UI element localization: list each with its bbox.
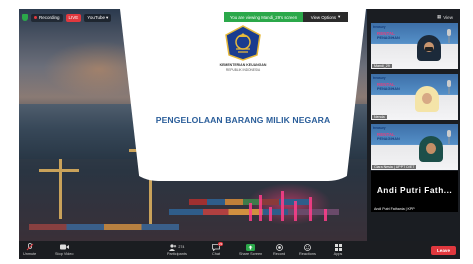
participant-tile[interactable]: treasury RENTAL PENAGIHAN Nenda xyxy=(371,74,458,120)
tile-banner-line2: PENAGIHAN xyxy=(377,36,400,40)
virtual-background xyxy=(371,124,458,170)
reactions-label: Reactions xyxy=(299,252,316,256)
youtube-stream-button[interactable]: YouTube ▾ xyxy=(84,13,112,22)
record-label: Record xyxy=(273,252,286,256)
slide-title: PENGELOLAAN BARANG MILIK NEGARA xyxy=(155,115,331,125)
muted-microphone-icon xyxy=(25,243,35,251)
reactions-button[interactable]: Reactions xyxy=(299,243,316,256)
light-bar xyxy=(269,207,272,221)
recording-label: Recording xyxy=(39,15,60,20)
share-screen-icon xyxy=(246,243,256,251)
chat-unread-badge: 23 xyxy=(218,242,224,246)
view-button[interactable]: ▦ View xyxy=(437,14,453,20)
light-bar xyxy=(324,209,327,221)
view-label: View xyxy=(443,14,453,20)
light-bar xyxy=(294,201,297,221)
tile-header-text: treasury xyxy=(373,76,386,80)
face xyxy=(426,143,436,154)
container-stack xyxy=(169,209,339,215)
participant-name: Clara Nesia | UPPT D/ET xyxy=(372,165,417,169)
unmute-label: Unmute xyxy=(23,252,37,256)
stop-video-button[interactable]: Stop Video xyxy=(55,243,74,256)
share-screen-label: Share Screen xyxy=(239,252,263,256)
shared-screen: KEMENTERIAN KEUANGAN REPUBLIK INDONESIA … xyxy=(19,9,367,241)
chat-label: Chat xyxy=(211,252,221,256)
light-bar xyxy=(281,191,284,221)
chevron-down-icon: ▾ xyxy=(105,14,109,20)
container-stack xyxy=(29,224,179,230)
featured-participant-label: Andi Putri Fathania | KPP xyxy=(372,207,417,211)
kemenkeu-logo-icon xyxy=(225,25,261,61)
meeting-indicators: Recording LIVE YouTube ▾ xyxy=(22,12,112,23)
slide-content: KEMENTERIAN KEUANGAN REPUBLIK INDONESIA … xyxy=(120,9,366,181)
tile-header-text: treasury xyxy=(373,25,386,29)
live-badge[interactable]: LIVE xyxy=(65,13,82,22)
recording-indicator[interactable]: Recording xyxy=(31,13,63,22)
featured-participant-tile[interactable]: Andi Putri Fath... Andi Putri Fathania |… xyxy=(371,171,458,212)
youtube-label: YouTube xyxy=(87,15,105,20)
smiley-icon xyxy=(302,243,312,251)
apps-grid-icon xyxy=(333,243,343,251)
participant-tile[interactable]: treasury RENTAL PENAGIHAN Clara Nesia | … xyxy=(371,124,458,170)
meeting-toolbar: Unmute Stop Video 274 Participants 23 Ch… xyxy=(19,241,460,259)
viewing-screen-notice: You are viewing Mandi_29's screen xyxy=(224,12,303,22)
view-options-button[interactable]: View Options ▾ xyxy=(303,12,348,22)
stop-video-label: Stop Video xyxy=(55,252,74,256)
unmute-button[interactable]: Unmute xyxy=(23,243,36,256)
view-options-label: View Options xyxy=(310,14,337,20)
grid-icon: ▦ xyxy=(437,14,442,19)
logo-caption-country: REPUBLIK INDONESIA xyxy=(225,68,261,72)
tile-header-text: treasury xyxy=(373,126,386,130)
record-dot-icon xyxy=(34,16,37,19)
participant-name: Mandi_29 xyxy=(372,64,392,68)
port-crane xyxy=(59,159,62,219)
port-crane xyxy=(39,169,79,172)
light-bar xyxy=(249,203,252,221)
chevron-down-icon: ▾ xyxy=(338,14,341,19)
face xyxy=(422,93,432,104)
light-bar xyxy=(259,195,262,221)
participants-icon: 274 xyxy=(168,243,186,251)
microphone-icon xyxy=(447,29,451,43)
apps-label: Apps xyxy=(333,252,343,256)
zoom-window: KEMENTERIAN KEUANGAN REPUBLIK INDONESIA … xyxy=(19,9,460,259)
microphone-icon xyxy=(447,80,451,94)
shield-icon[interactable] xyxy=(22,14,28,21)
participant-video-person xyxy=(415,86,439,112)
participants-label: Participants xyxy=(167,252,187,256)
record-button[interactable]: Record xyxy=(273,243,285,256)
video-camera-icon xyxy=(59,243,69,251)
tile-banner-line2: PENAGIHAN xyxy=(377,87,400,91)
featured-participant-name: Andi Putri Fath... xyxy=(376,185,453,195)
chat-button[interactable]: 23 Chat xyxy=(211,242,224,256)
participant-video-person xyxy=(417,35,441,61)
participant-tile[interactable]: treasury RENTAL PENAGIHAN Mandi_29 xyxy=(371,23,458,69)
participants-button[interactable]: 274 Participants xyxy=(167,243,187,256)
participants-count: 274 xyxy=(178,245,185,249)
logo-caption-ministry: KEMENTERIAN KEUANGAN xyxy=(219,63,267,67)
tile-banner-line2: PENAGIHAN xyxy=(377,137,400,141)
share-screen-button[interactable]: Share Screen xyxy=(239,243,262,256)
record-icon xyxy=(274,243,284,251)
chat-bubble-icon: 23 xyxy=(211,242,224,251)
face-mask xyxy=(425,47,433,51)
light-bar xyxy=(309,197,312,221)
virtual-background xyxy=(371,23,458,69)
microphone-icon xyxy=(447,130,451,144)
screen-share-banner: You are viewing Mandi_29's screen View O… xyxy=(224,12,348,22)
leave-button[interactable]: Leave xyxy=(431,246,456,255)
apps-button[interactable]: Apps xyxy=(333,243,343,256)
participant-name: Nenda xyxy=(372,115,387,119)
participant-video-person xyxy=(419,136,443,162)
